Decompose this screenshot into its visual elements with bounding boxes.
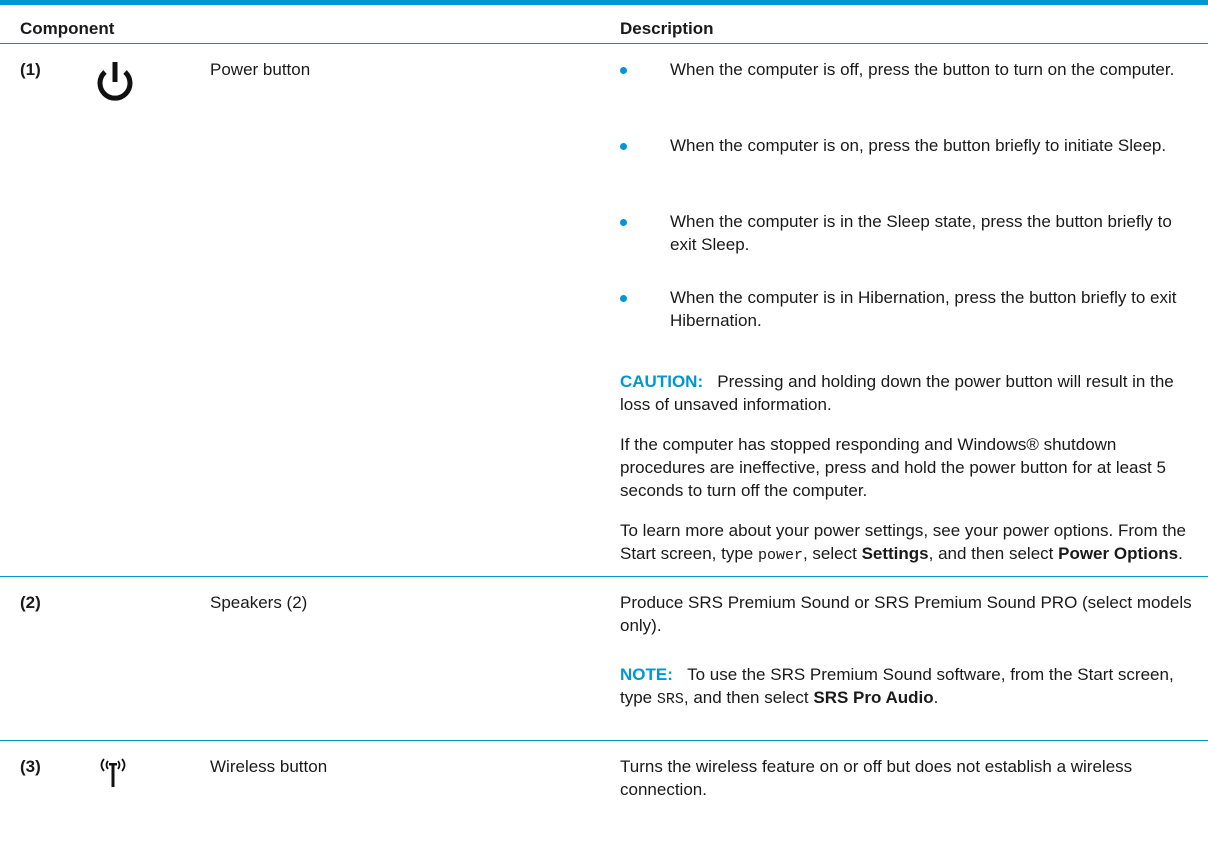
paragraph: If the computer has stopped responding a… xyxy=(620,435,1166,500)
paragraph-text: , and then select xyxy=(928,544,1059,563)
paragraph: Turns the wireless feature on or off but… xyxy=(620,757,1133,799)
paragraph-text: . xyxy=(1178,544,1183,563)
bullet-dot xyxy=(620,295,627,302)
bold-text: Power Options xyxy=(1058,544,1179,563)
table-row: (3) Wireless button Turns the wireless f… xyxy=(0,741,1208,841)
bullet-text: When the computer is off, press the butt… xyxy=(670,60,1175,79)
row-description: Produce SRS Premium Sound or SRS Premium… xyxy=(620,577,1195,740)
bullet-text: When the computer is in the Sleep state,… xyxy=(670,212,1172,254)
note-paragraph: NOTE: To use the SRS Premium Sound softw… xyxy=(620,663,1195,711)
wireless-icon xyxy=(96,753,130,797)
header-description: Description xyxy=(620,19,714,38)
caution-text: Pressing and holding down the power butt… xyxy=(620,372,1174,414)
row-number: (1) xyxy=(20,60,41,79)
component-name: Speakers (2) xyxy=(210,593,308,612)
paragraph-text: , and then select xyxy=(683,688,814,707)
bullet-text: When the computer is on, press the butto… xyxy=(670,136,1167,155)
note-label: NOTE: xyxy=(620,665,673,684)
row-description: When the computer is off, press the butt… xyxy=(620,44,1195,576)
row-number: (2) xyxy=(20,593,41,612)
bold-text: Settings xyxy=(861,544,929,563)
document-page: Component Description (1) Power button W… xyxy=(0,0,1208,852)
bullet-text: When the computer is in Hibernation, pre… xyxy=(670,288,1177,330)
bullet-dot xyxy=(620,67,627,74)
row-number: (3) xyxy=(20,757,41,776)
caution-paragraph: CAUTION: Pressing and holding down the p… xyxy=(620,370,1195,416)
paragraph: Produce SRS Premium Sound or SRS Premium… xyxy=(620,593,1192,635)
power-icon xyxy=(92,60,138,112)
bullet-dot xyxy=(620,219,627,226)
paragraph-text: . xyxy=(933,688,939,707)
caution-label: CAUTION: xyxy=(620,372,704,391)
header-component: Component xyxy=(20,19,115,38)
component-name: Power button xyxy=(210,60,311,79)
bold-text: SRS Pro Audio xyxy=(813,688,934,707)
component-name: Wireless button xyxy=(210,757,328,776)
table-header: Component Description xyxy=(0,5,1208,44)
table-row: (1) Power button When the computer is of… xyxy=(0,44,1208,577)
paragraph-text: , select xyxy=(802,544,862,563)
bullet-dot xyxy=(620,143,627,150)
table-row: (2) Speakers (2) Produce SRS Premium Sou… xyxy=(0,577,1208,741)
paragraph: To learn more about your power settings,… xyxy=(620,519,1195,567)
code-text: SRS xyxy=(656,691,684,708)
code-text: power xyxy=(757,547,803,564)
